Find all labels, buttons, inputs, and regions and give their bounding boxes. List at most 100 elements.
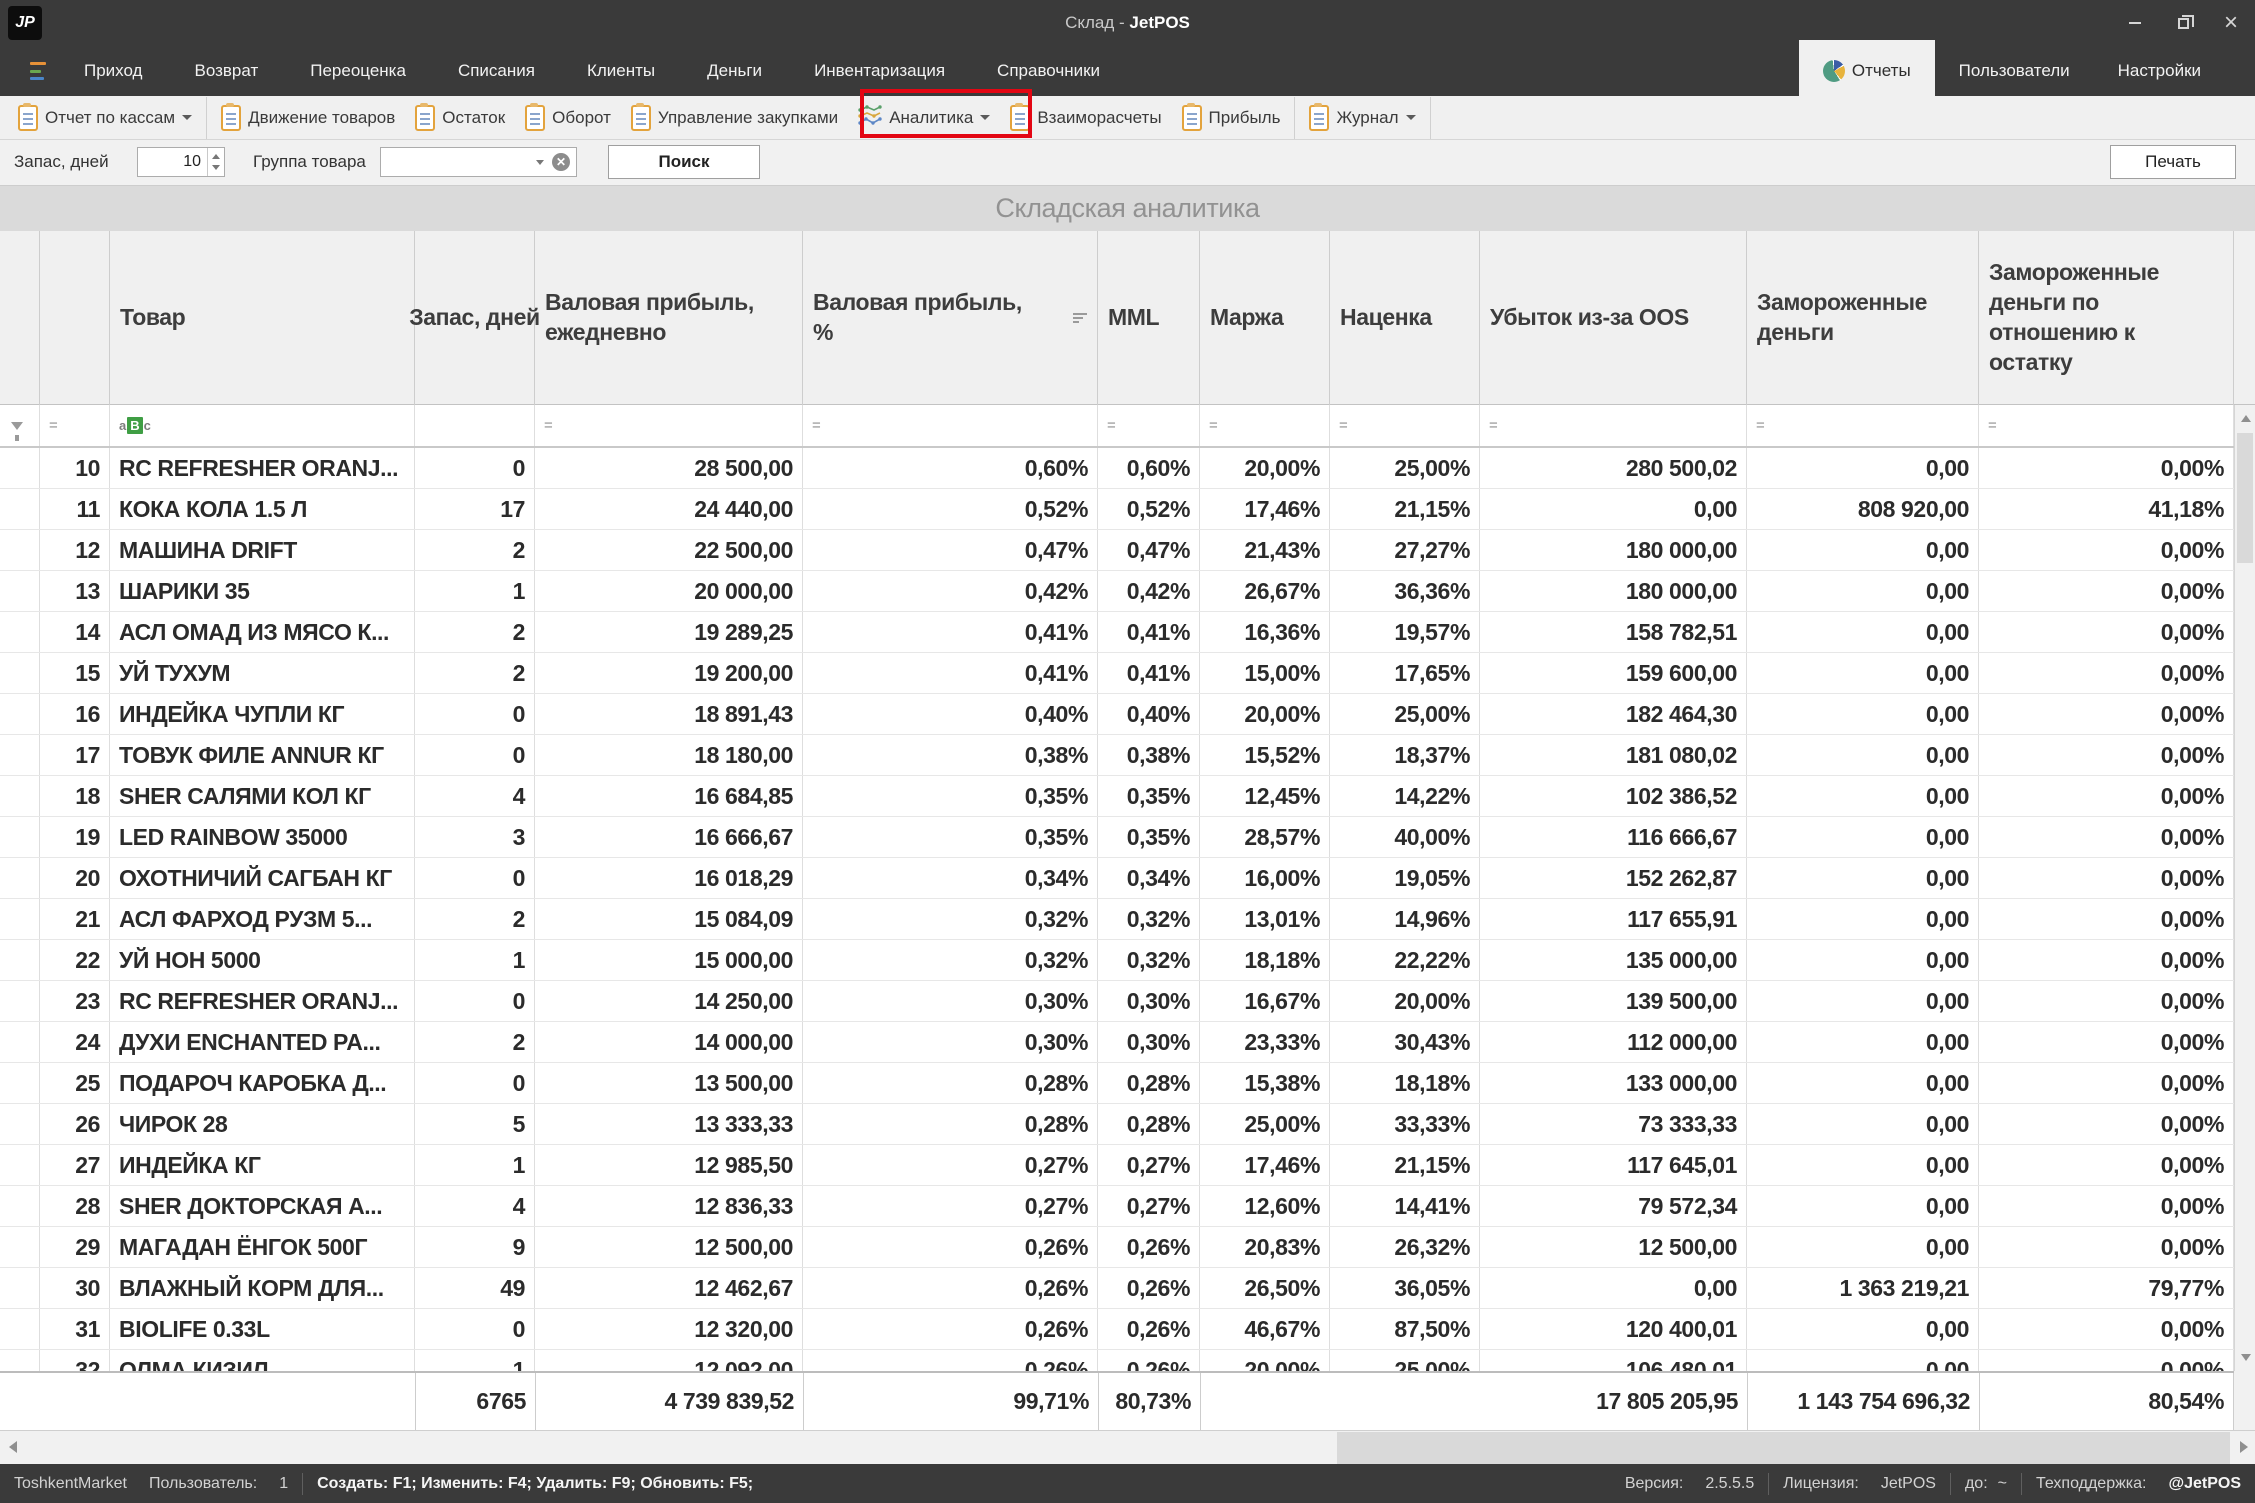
row-indicator xyxy=(0,1022,40,1062)
column-header-markup[interactable]: Наценка xyxy=(1330,231,1480,405)
filter-eq-cell[interactable]: = xyxy=(1200,405,1330,446)
filter-abc-cell[interactable]: aBc xyxy=(110,405,415,446)
frozen-money-pct: 0,00% xyxy=(1979,817,2234,857)
filter-eq-cell[interactable]: = xyxy=(803,405,1098,446)
menu-item-0[interactable]: Приход xyxy=(84,61,142,81)
tab-Настройки[interactable]: Настройки xyxy=(2094,46,2225,96)
tab-Пользователи[interactable]: Пользователи xyxy=(1935,46,2094,96)
horizontal-scroll-thumb[interactable] xyxy=(1337,1432,2230,1464)
spinner-arrows[interactable] xyxy=(207,148,224,176)
oos-loss: 181 080,02 xyxy=(1480,735,1747,775)
toolbar-button-Прибыль[interactable]: Прибыль xyxy=(1172,96,1291,140)
table-row[interactable]: 22УЙ НОН 5000115 000,000,32%0,32%18,18%2… xyxy=(0,940,2234,981)
print-button[interactable]: Печать xyxy=(2110,145,2236,179)
pie-chart-icon xyxy=(1823,60,1845,82)
filter-eq-cell[interactable]: = xyxy=(1979,405,2234,446)
list-menu-icon[interactable] xyxy=(30,62,50,80)
toolbar-button-Остаток[interactable]: Остаток xyxy=(405,96,515,140)
table-row[interactable]: 19LED RAINBOW 35000316 666,670,35%0,35%2… xyxy=(0,817,2234,858)
table-row[interactable]: 25ПОДАРОЧ КАРОБКА Д...013 500,000,28%0,2… xyxy=(0,1063,2234,1104)
vertical-scroll-thumb[interactable] xyxy=(2237,433,2253,563)
frozen-money-pct: 79,77% xyxy=(1979,1268,2234,1308)
filter-funnel-cell[interactable] xyxy=(0,405,40,446)
table-row[interactable]: 13ШАРИКИ 35120 000,000,42%0,42%26,67%36,… xyxy=(0,571,2234,612)
menu-item-6[interactable]: Инвентаризация xyxy=(814,61,945,81)
filter-eq-cell[interactable]: = xyxy=(1330,405,1480,446)
minimize-button[interactable] xyxy=(2111,0,2159,46)
menu-item-7[interactable]: Справочники xyxy=(997,61,1100,81)
table-row[interactable]: 31BIOLIFE 0.33L012 320,000,26%0,26%46,67… xyxy=(0,1309,2234,1350)
horizontal-scrollbar[interactable] xyxy=(0,1430,2255,1464)
restore-button[interactable] xyxy=(2159,0,2207,46)
toolbar-button-Движение товаров[interactable]: Движение товаров xyxy=(211,96,405,140)
vertical-scrollbar[interactable] xyxy=(2234,405,2255,1371)
table-row[interactable]: 27ИНДЕЙКА КГ112 985,500,27%0,27%17,46%21… xyxy=(0,1145,2234,1186)
column-header-frozen[interactable]: Замороженные деньги xyxy=(1747,231,1979,405)
table-row[interactable]: 29МАГАДАН ЁНГОК 500Г912 500,000,26%0,26%… xyxy=(0,1227,2234,1268)
toolbar-button-Аналитика[interactable]: Аналитика xyxy=(848,96,1000,140)
table-row[interactable]: 10RC REFRESHER ORANJ...028 500,000,60%0,… xyxy=(0,448,2234,489)
clipboard-icon xyxy=(415,105,435,131)
toolbar-button-Оборот[interactable]: Оборот xyxy=(515,96,621,140)
menu-item-4[interactable]: Клиенты xyxy=(587,61,655,81)
gross-profit-daily: 16 666,67 xyxy=(535,817,803,857)
search-button[interactable]: Поиск xyxy=(608,145,760,179)
menu-item-2[interactable]: Переоценка xyxy=(310,61,406,81)
column-header-oos[interactable]: Убыток из-за OOS xyxy=(1480,231,1747,405)
filter-eq-cell[interactable]: = xyxy=(40,405,110,446)
column-header-gross-daily[interactable]: Валовая прибыль, ежедневно xyxy=(535,231,803,405)
indicator-column-header xyxy=(0,231,40,405)
menu-item-3[interactable]: Списания xyxy=(458,61,535,81)
frozen-money-pct: 0,00% xyxy=(1979,612,2234,652)
table-row[interactable]: 16ИНДЕЙКА ЧУПЛИ КГ018 891,430,40%0,40%20… xyxy=(0,694,2234,735)
table-row[interactable]: 30ВЛАЖНЫЙ КОРМ ДЛЯ...4912 462,670,26%0,2… xyxy=(0,1268,2234,1309)
group-label: Группа товара xyxy=(253,152,366,172)
table-row[interactable]: 21АСЛ ФАРХОД РУЗМ 5...215 084,090,32%0,3… xyxy=(0,899,2234,940)
tab-Отчеты[interactable]: Отчеты xyxy=(1799,40,1935,96)
close-button[interactable]: × xyxy=(2207,0,2255,46)
toolbar-button-Взаиморасчеты[interactable]: Взаиморасчеты xyxy=(1000,96,1171,140)
scroll-left-icon[interactable] xyxy=(9,1441,17,1453)
clear-icon[interactable]: ✕ xyxy=(552,153,570,171)
menu-item-5[interactable]: Деньги xyxy=(707,61,762,81)
scroll-right-icon[interactable] xyxy=(2240,1441,2248,1453)
table-row[interactable]: 24ДУХИ ENCHANTED PA...214 000,000,30%0,3… xyxy=(0,1022,2234,1063)
filter-cell[interactable] xyxy=(415,405,535,446)
scroll-up-icon[interactable] xyxy=(2241,415,2251,422)
stock-days-spinner[interactable]: 10 xyxy=(137,147,225,177)
table-row[interactable]: 26ЧИРОК 28513 333,330,28%0,28%25,00%33,3… xyxy=(0,1104,2234,1145)
stock-days: 0 xyxy=(415,448,535,488)
scroll-down-icon[interactable] xyxy=(2241,1354,2251,1361)
column-header-frozen-pct[interactable]: Замороженные деньги по отношению к остат… xyxy=(1979,231,2234,405)
product-name: ОХОТНИЧИЙ САГБАН КГ xyxy=(110,858,415,898)
table-row[interactable]: 12МАШИНА DRIFT222 500,000,47%0,47%21,43%… xyxy=(0,530,2234,571)
menu-item-1[interactable]: Возврат xyxy=(194,61,258,81)
toolbar-button-Управление закупками[interactable]: Управление закупками xyxy=(621,96,848,140)
column-header-mml[interactable]: MML xyxy=(1098,231,1200,405)
table-row[interactable]: 18SHER САЛЯМИ КОЛ КГ416 684,850,35%0,35%… xyxy=(0,776,2234,817)
table-row[interactable]: 28SHER ДОКТОРСКАЯ А...412 836,330,27%0,2… xyxy=(0,1186,2234,1227)
toolbar-button-Отчет по кассам[interactable]: Отчет по кассам xyxy=(8,96,202,140)
group-combobox[interactable]: ✕ xyxy=(380,147,577,177)
toolbar-button-Журнал[interactable]: Журнал xyxy=(1299,96,1425,140)
row-number: 20 xyxy=(40,858,110,898)
filter-eq-cell[interactable]: = xyxy=(1747,405,1979,446)
row-number-column-header[interactable] xyxy=(40,231,110,405)
table-row[interactable]: 32ОЛМА КИЗИЛ112 092,000,26%0,26%20,00%25… xyxy=(0,1350,2234,1371)
table-row[interactable]: 17ТОВУК ФИЛЕ ANNUR КГ018 180,000,38%0,38… xyxy=(0,735,2234,776)
table-row[interactable]: 23RC REFRESHER ORANJ...014 250,000,30%0,… xyxy=(0,981,2234,1022)
table-row[interactable]: 14АСЛ ОМАД ИЗ МЯСО К...219 289,250,41%0,… xyxy=(0,612,2234,653)
gross-profit-pct: 0,47% xyxy=(803,530,1098,570)
table-row[interactable]: 20ОХОТНИЧИЙ САГБАН КГ016 018,290,34%0,34… xyxy=(0,858,2234,899)
markup: 27,27% xyxy=(1330,530,1480,570)
filter-eq-cell[interactable]: = xyxy=(1098,405,1200,446)
column-header-gross-pct[interactable]: Валовая прибыль, % xyxy=(803,231,1098,405)
filter-eq-cell[interactable]: = xyxy=(1480,405,1747,446)
column-header-product[interactable]: Товар xyxy=(110,231,415,405)
filter-eq-cell[interactable]: = xyxy=(535,405,803,446)
column-header-days[interactable]: Запас, дней xyxy=(415,231,535,405)
column-header-margin[interactable]: Маржа xyxy=(1200,231,1330,405)
table-row[interactable]: 11КОКА КОЛА 1.5 Л1724 440,000,52%0,52%17… xyxy=(0,489,2234,530)
stock-days: 0 xyxy=(415,694,535,734)
table-row[interactable]: 15УЙ ТУХУМ219 200,000,41%0,41%15,00%17,6… xyxy=(0,653,2234,694)
